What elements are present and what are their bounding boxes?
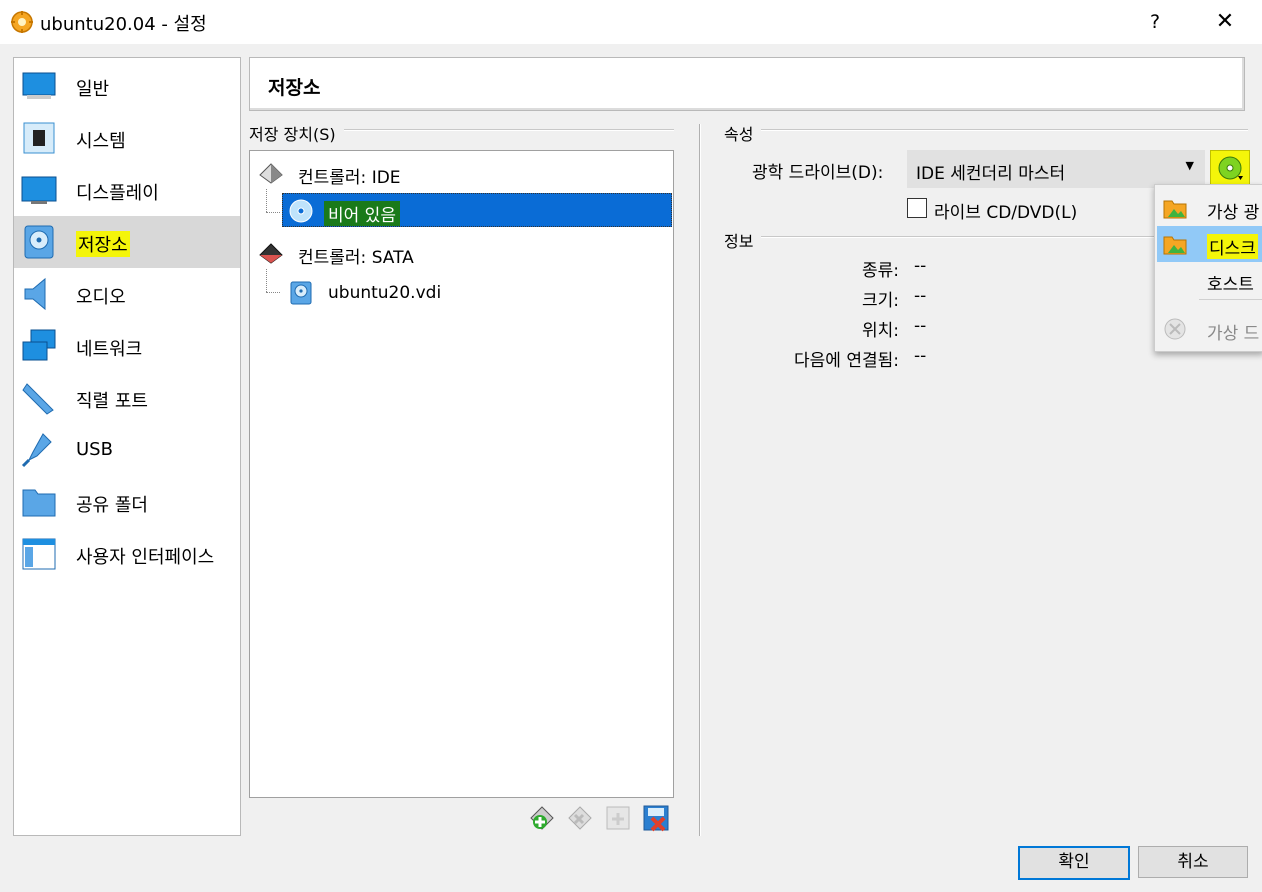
info-size-value: --	[914, 286, 927, 306]
live-cd-checkbox[interactable]	[907, 198, 927, 218]
nav-label: 저장소	[76, 231, 130, 257]
sata-controller-icon	[259, 243, 283, 264]
info-type-value: --	[914, 256, 927, 276]
storage-icon	[24, 225, 54, 259]
nav-label: 네트워크	[76, 339, 143, 360]
general-icon	[22, 72, 56, 99]
menu-item-virtual-optical[interactable]: 가상 광	[1157, 190, 1262, 226]
ide-controller-icon	[259, 163, 283, 184]
hard-disk-icon	[290, 281, 312, 305]
choose-disk-button[interactable]	[1210, 150, 1250, 188]
tree-label: ubuntu20.vdi	[328, 283, 442, 303]
optical-drive-select[interactable]: IDE 세컨더리 마스터 ▼	[907, 150, 1205, 188]
title-bar: ubuntu20.04 - 설정 ? ✕	[0, 0, 1262, 44]
window-title: ubuntu20.04 - 설정	[40, 14, 207, 35]
info-location-label: 위치:	[861, 321, 899, 341]
audio-icon	[24, 277, 46, 311]
menu-item-remove-virtual: 가상 드	[1157, 311, 1262, 347]
menu-item-host[interactable]: 호스트	[1157, 262, 1262, 298]
nav-item-audio[interactable]: 오디오	[14, 268, 240, 320]
system-icon	[23, 122, 55, 154]
cancel-button[interactable]: 취소	[1138, 846, 1248, 878]
attributes-group-line	[724, 129, 1248, 131]
storage-devices-label: 저장 장치(S)	[249, 121, 344, 145]
nav-item-display[interactable]: 디스플레이	[14, 164, 240, 216]
page-title: 저장소	[268, 77, 321, 99]
virtualbox-gear-icon	[11, 11, 33, 33]
optical-disc-green-icon	[1218, 156, 1243, 180]
info-size-label: 크기:	[861, 291, 899, 311]
remove-controller-icon[interactable]	[642, 804, 670, 832]
add-controller-icon[interactable]	[604, 804, 632, 832]
vertical-separator	[699, 124, 701, 836]
usb-icon	[21, 433, 52, 468]
serial-port-icon	[22, 383, 54, 415]
shared-folder-icon	[22, 489, 56, 517]
folder-icon	[1163, 200, 1187, 219]
tree-label: 컨트롤러: SATA	[298, 248, 414, 268]
disk-menu: 가상 광 디스크 호스트 가상 드	[1154, 184, 1262, 352]
tree-item-ide-controller[interactable]: 컨트롤러: IDE	[252, 155, 671, 189]
tree-label: 컨트롤러: IDE	[298, 168, 401, 188]
close-button[interactable]: ✕	[1200, 4, 1250, 40]
attributes-label: 속성	[724, 121, 762, 145]
nav-item-general[interactable]: 일반	[14, 60, 240, 112]
storage-tree[interactable]: 컨트롤러: IDE 비어 있음 컨트롤러: SATA ubuntu20.vdi	[249, 150, 674, 798]
nav-item-usb[interactable]: USB	[14, 424, 240, 476]
display-icon	[21, 176, 57, 204]
optical-disc-icon	[289, 199, 313, 223]
nav-label: 시스템	[76, 131, 126, 152]
ok-button[interactable]: 확인	[1018, 846, 1130, 880]
nav-item-user-interface[interactable]: 사용자 인터페이스	[14, 528, 240, 580]
help-button[interactable]: ?	[1130, 4, 1180, 40]
folder-icon	[1163, 236, 1187, 255]
chevron-down-icon: ▼	[1185, 159, 1194, 172]
nav-label: 사용자 인터페이스	[76, 547, 215, 568]
add-attachment-icon[interactable]	[528, 804, 556, 832]
tree-item-sata-controller[interactable]: 컨트롤러: SATA	[252, 235, 671, 269]
nav-item-serial-port[interactable]: 직렬 포트	[14, 372, 240, 424]
info-location-value: --	[914, 316, 927, 336]
info-label: 정보	[724, 228, 762, 252]
remove-attachment-icon[interactable]	[566, 804, 594, 832]
settings-nav: 일반 시스템 디스플레이 저장소 오디오 네트워크 직렬 포트 USB 공유 폴…	[13, 57, 241, 836]
remove-disc-icon	[1164, 318, 1186, 340]
user-interface-icon	[22, 538, 56, 570]
menu-item-disk[interactable]: 디스크	[1157, 226, 1262, 262]
tree-item-ubuntu-vdi[interactable]: ubuntu20.vdi	[282, 275, 672, 309]
menu-label: 호스트	[1207, 275, 1254, 295]
nav-label: USB	[76, 439, 113, 460]
nav-label: 오디오	[76, 287, 126, 308]
nav-item-system[interactable]: 시스템	[14, 112, 240, 164]
nav-label: 공유 폴더	[76, 495, 148, 516]
info-attached-label: 다음에 연결됨:	[794, 351, 899, 371]
menu-label: 가상 광	[1207, 203, 1260, 223]
nav-item-network[interactable]: 네트워크	[14, 320, 240, 372]
menu-label: 디스크	[1207, 234, 1258, 259]
tree-item-empty-optical[interactable]: 비어 있음	[282, 193, 672, 227]
page-header: 저장소	[249, 57, 1245, 111]
live-cd-label[interactable]: 라이브 CD/DVD(L)	[934, 198, 1077, 223]
nav-label: 디스플레이	[76, 183, 159, 204]
optical-drive-label: 광학 드라이브(D):	[752, 163, 884, 183]
nav-label: 직렬 포트	[76, 391, 148, 412]
info-type-label: 종류:	[861, 261, 899, 281]
nav-item-shared-folder[interactable]: 공유 폴더	[14, 476, 240, 528]
nav-item-storage[interactable]: 저장소	[14, 216, 240, 268]
tree-label: 비어 있음	[324, 201, 400, 226]
optical-drive-value: IDE 세컨더리 마스터	[916, 164, 1066, 184]
menu-separator	[1199, 299, 1262, 300]
nav-label: 일반	[76, 79, 110, 100]
info-attached-value: --	[914, 346, 927, 366]
network-icon	[22, 329, 56, 361]
menu-label: 가상 드	[1207, 324, 1260, 344]
